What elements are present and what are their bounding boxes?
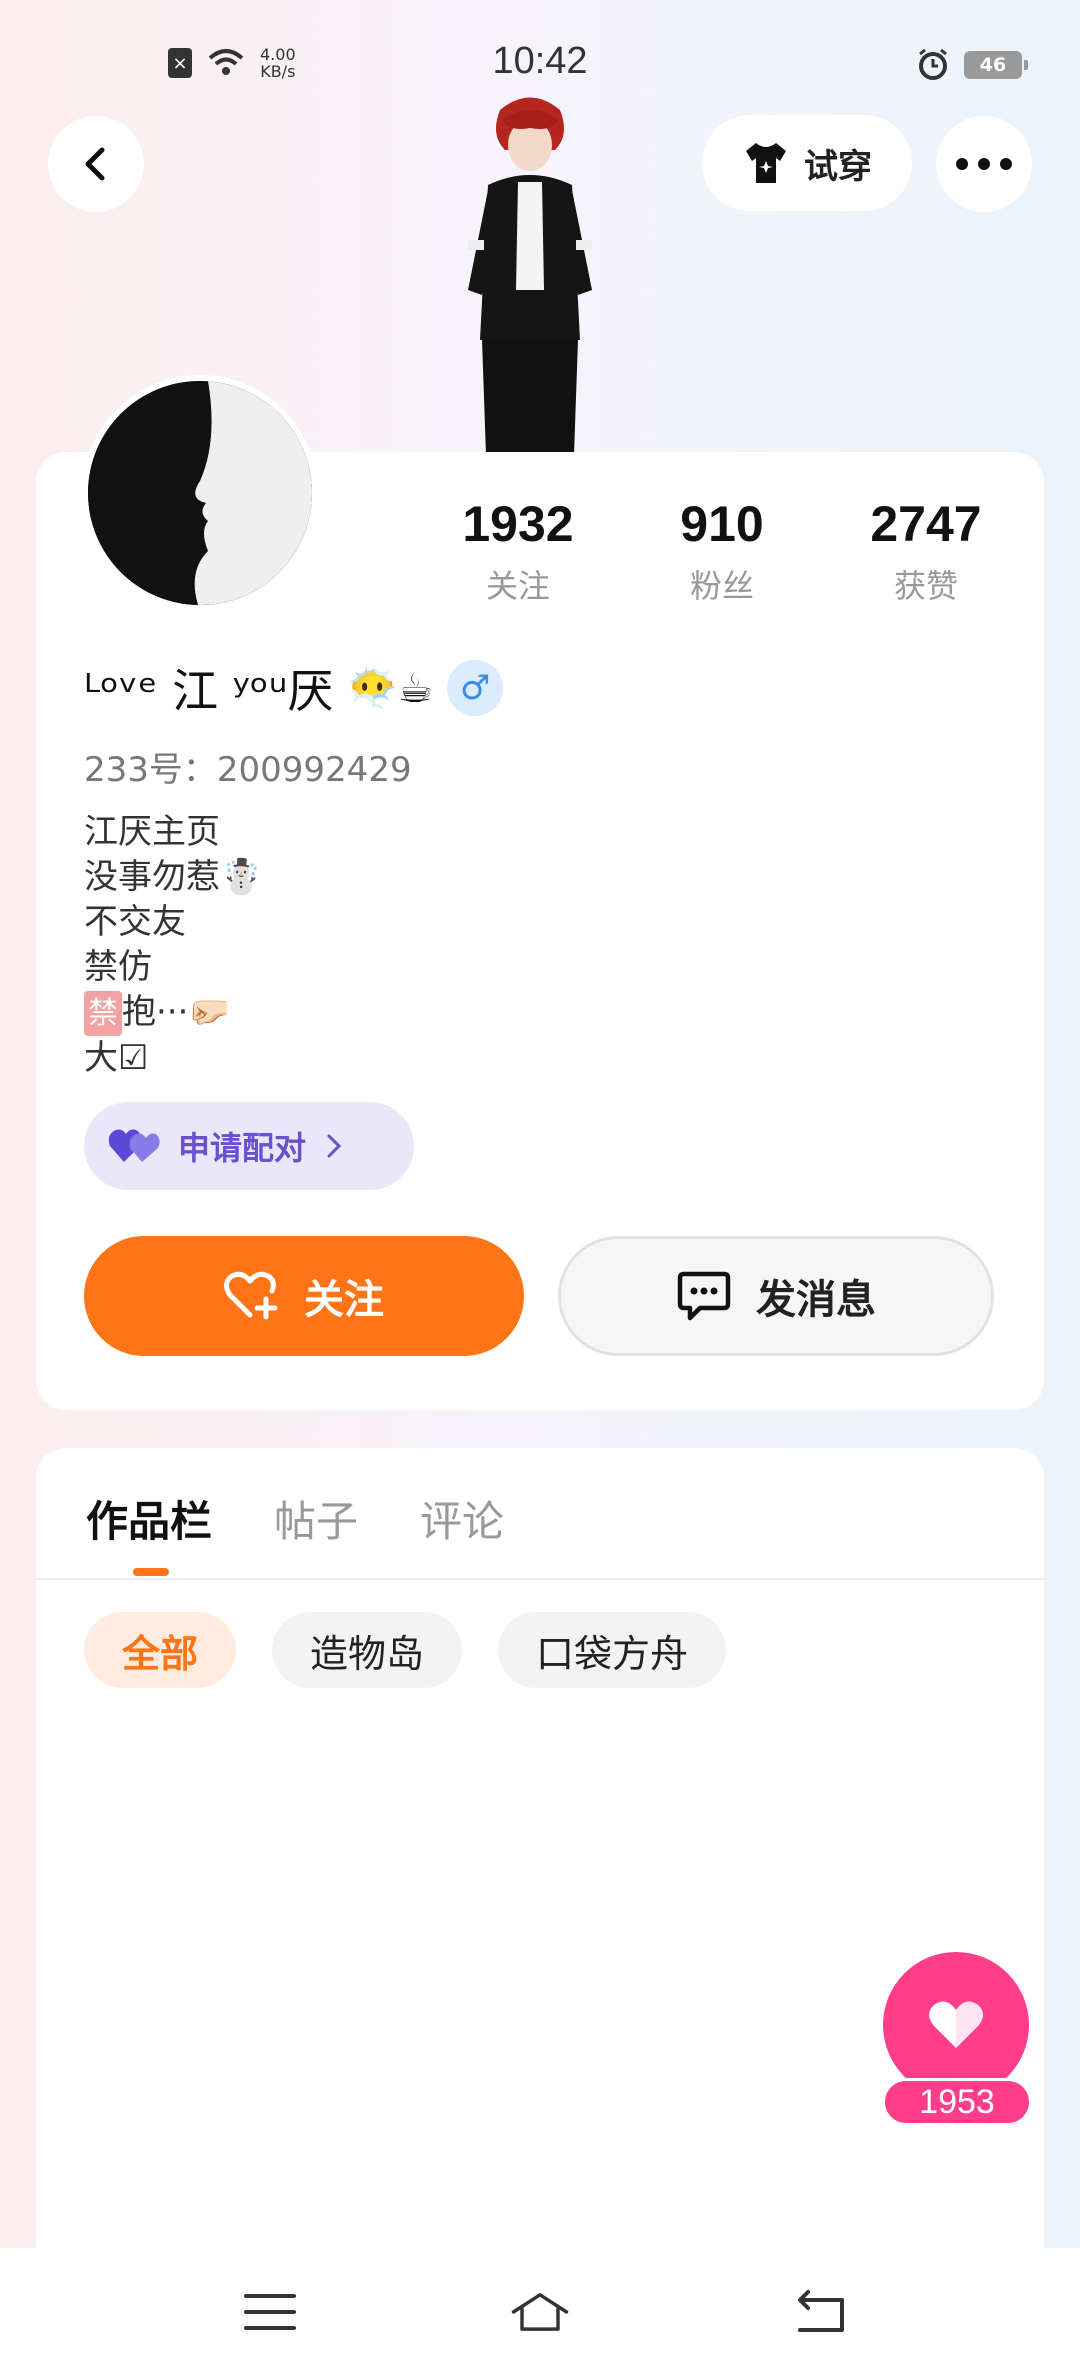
- nav-home-button[interactable]: [510, 2282, 570, 2342]
- username: ᴸᵒᵛᵉ 江 ʸᵒᵘ厌: [84, 664, 334, 718]
- ban-badge: 禁: [84, 991, 122, 1036]
- silhouette-graphic: [88, 381, 312, 605]
- try-on-button[interactable]: 试穿: [702, 115, 912, 211]
- request-pair-button[interactable]: 申请配对: [84, 1102, 414, 1190]
- back-button[interactable]: [48, 116, 144, 212]
- home-icon: [511, 2293, 569, 2331]
- stat-label: 粉丝: [689, 567, 754, 605]
- bio-line: 大☑: [84, 1038, 149, 1078]
- menu-icon: [244, 2294, 296, 2330]
- bio-line: 没事勿惹☃️: [84, 857, 263, 897]
- works-card: [36, 1448, 1044, 2376]
- pair-label: 申请配对: [178, 1129, 307, 1167]
- stat-value: 1932: [462, 496, 574, 552]
- try-on-label: 试穿: [804, 146, 872, 187]
- avatar[interactable]: [82, 375, 318, 611]
- more-button[interactable]: [936, 116, 1032, 212]
- battery-indicator: 46: [964, 51, 1028, 79]
- nav-menu-button[interactable]: [240, 2282, 300, 2342]
- tab-works[interactable]: 作品栏: [86, 1488, 212, 1549]
- tshirt-icon: [746, 143, 786, 183]
- back-arrow-icon: [798, 2290, 844, 2332]
- system-nav-bar: [0, 2248, 1080, 2376]
- tab-comments[interactable]: 评论: [420, 1488, 504, 1549]
- status-right: 46: [916, 48, 1028, 82]
- send-message-button[interactable]: 发消息: [558, 1236, 994, 1356]
- male-gender-icon: ♂: [447, 660, 504, 716]
- user-id: 233号：200992429: [84, 750, 412, 790]
- follow-label: 关注: [304, 1277, 384, 1323]
- stat-value: 2747: [870, 496, 982, 552]
- bio-line: 不交友: [84, 902, 186, 942]
- bio-line-ban: 禁抱···🤛🏻: [84, 990, 262, 1036]
- chip-all[interactable]: 全部: [84, 1612, 237, 1688]
- nav-back-button[interactable]: [790, 2282, 850, 2342]
- bio: 江厌主页 没事勿惹☃️ 不交友 禁仿 禁抱···🤛🏻 大☑: [84, 810, 262, 1081]
- stat-label: 获赞: [893, 567, 958, 605]
- follow-button[interactable]: 关注: [84, 1236, 524, 1356]
- chevron-left-icon: [85, 147, 105, 181]
- chat-bubble-icon: [677, 1271, 731, 1321]
- active-tab-indicator: [133, 1568, 169, 1576]
- chip-pocket-ark[interactable]: 口袋方舟: [498, 1612, 727, 1688]
- tab-posts[interactable]: 帖子: [274, 1488, 358, 1549]
- bio-line: 江厌主页: [84, 812, 220, 852]
- profile-stats: 1932 关注 910 粉丝 2747 获赞: [416, 495, 1028, 607]
- stat-following[interactable]: 1932 关注: [416, 495, 620, 607]
- works-filter-chips: 全部 造物岛 口袋方舟: [84, 1612, 727, 1688]
- like-count-badge: 1953: [882, 2078, 1032, 2126]
- more-dots-icon: [956, 158, 1012, 170]
- username-emoji: 😶‍🌫️☕: [347, 665, 434, 712]
- alarm-icon: [919, 48, 947, 80]
- avatar-image: [88, 381, 312, 605]
- bio-line: 抱···🤛🏻: [122, 992, 231, 1032]
- chip-creation-island[interactable]: 造物岛: [272, 1612, 463, 1688]
- like-button[interactable]: [883, 1952, 1029, 2098]
- double-heart-icon: [108, 1129, 160, 1162]
- message-label: 发消息: [756, 1277, 876, 1323]
- tabs-divider: [36, 1578, 1044, 1580]
- avatar-3d-character: [468, 97, 592, 455]
- works-tabs: 作品栏 帖子 评论: [86, 1488, 504, 1549]
- stat-label: 关注: [485, 567, 550, 605]
- heart-icon: [929, 2001, 983, 2048]
- bio-line: 禁仿: [84, 947, 152, 987]
- stat-value: 910: [680, 496, 764, 552]
- heart-plus-icon: [224, 1271, 278, 1320]
- stat-followers[interactable]: 910 粉丝: [620, 495, 824, 607]
- stat-likes-received: 2747 获赞: [824, 495, 1028, 607]
- username-row: ᴸᵒᵛᵉ 江 ʸᵒᵘ厌 😶‍🌫️☕ ♂: [84, 655, 504, 721]
- chevron-right-icon: [327, 1134, 342, 1158]
